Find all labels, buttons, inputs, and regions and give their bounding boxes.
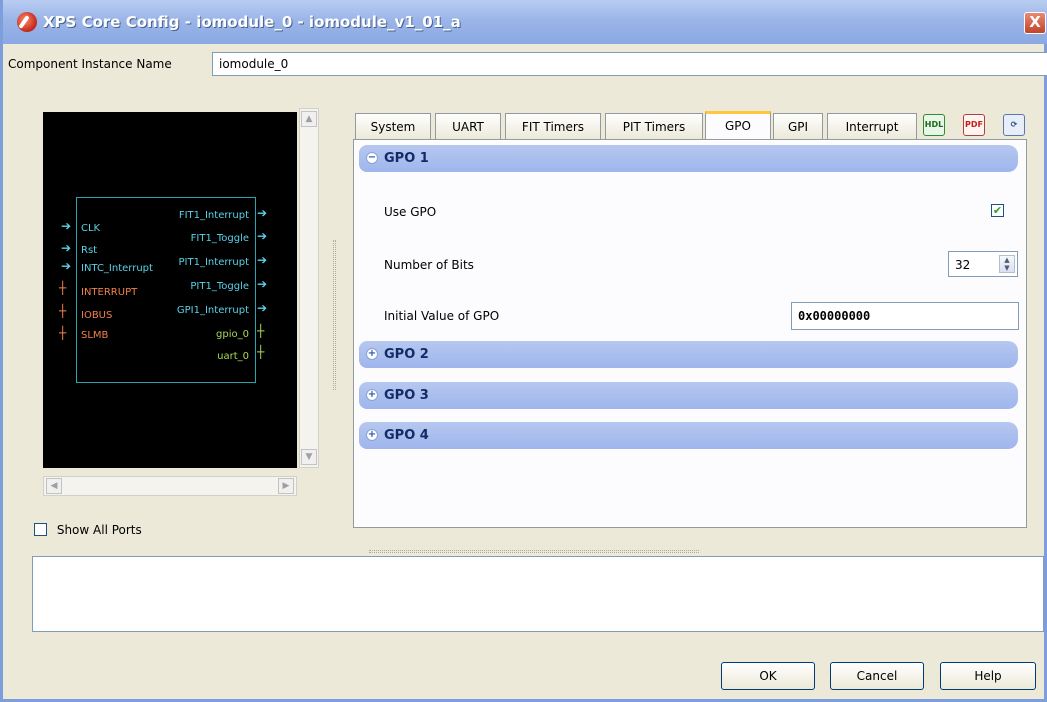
pin-fit1-toggle-arrow-icon: ➔: [257, 229, 268, 243]
section-gpo-1[interactable]: − GPO 1: [359, 145, 1018, 172]
scroll-right-icon[interactable]: ▶: [278, 478, 294, 494]
scroll-up-icon[interactable]: ▲: [301, 111, 317, 127]
show-all-ports-checkbox[interactable]: [34, 523, 47, 536]
pin-fit1-interrupt-arrow-icon: ➔: [257, 206, 268, 220]
section-gpo-4[interactable]: + GPO 4: [359, 422, 1018, 449]
collapse-icon[interactable]: −: [366, 152, 378, 164]
help-button[interactable]: Help: [940, 662, 1036, 690]
pin-clk-arrow-icon: ➔: [61, 219, 72, 233]
tab-pit-timers[interactable]: PIT Timers: [605, 113, 703, 140]
pin-pit1-interrupt-arrow-icon: ➔: [257, 253, 268, 267]
section-gpo-1-label: GPO 1: [384, 151, 429, 166]
number-of-bits-value: 32: [955, 258, 971, 272]
expand-icon[interactable]: +: [366, 348, 378, 360]
pin-interrupt-label: INTERRUPT: [81, 287, 138, 298]
pin-slmb-label: SLMB: [81, 330, 109, 341]
close-button[interactable]: X: [1024, 12, 1046, 34]
ok-button[interactable]: OK: [721, 662, 815, 690]
pin-uart0-bus-icon: ┼: [257, 345, 265, 359]
description-panel[interactable]: [32, 556, 1044, 632]
pin-interrupt-bus-icon: ┼: [59, 281, 67, 295]
vertical-splitter-handle[interactable]: [333, 240, 336, 390]
tab-uart[interactable]: UART: [435, 113, 501, 140]
section-gpo-2-label: GPO 2: [384, 347, 429, 362]
preview-vertical-scrollbar[interactable]: ▲ ▼: [299, 108, 319, 468]
horizontal-splitter-handle[interactable]: [369, 550, 699, 553]
title-bar[interactable]: XPS Core Config - iomodule_0 - iomodule_…: [3, 0, 1047, 44]
section-gpo-4-label: GPO 4: [384, 428, 429, 443]
pin-iobus-bus-icon: ┼: [59, 304, 67, 318]
pin-rst-arrow-icon: ➔: [61, 241, 72, 255]
preview-horizontal-scrollbar[interactable]: ◀ ▶: [43, 476, 297, 496]
use-gpo-checkbox[interactable]: ✔: [991, 204, 1004, 217]
expand-icon[interactable]: +: [366, 429, 378, 441]
pin-pit1-interrupt-label: PIT1_Interrupt: [178, 257, 249, 268]
app-logo-icon: [17, 12, 37, 32]
hdl-icon[interactable]: HDL: [923, 114, 945, 136]
section-gpo-2[interactable]: + GPO 2: [359, 341, 1018, 368]
initial-value-label: Initial Value of GPO: [384, 309, 500, 323]
pin-rst-label: Rst: [81, 245, 98, 256]
spinner-up-down-icon[interactable]: ▲ ▼: [999, 255, 1015, 273]
pin-fit1-interrupt-label: FIT1_Interrupt: [178, 210, 249, 221]
cancel-button[interactable]: Cancel: [830, 662, 924, 690]
pin-gpi1-interrupt-arrow-icon: ➔: [257, 301, 268, 315]
tab-system[interactable]: System: [355, 113, 431, 140]
number-of-bits-spinner[interactable]: 32 ▲ ▼: [948, 251, 1018, 277]
pin-iobus-label: IOBUS: [81, 310, 113, 321]
config-tabs: System UART FIT Timers PIT Timers GPO GP…: [355, 111, 1035, 141]
pin-gpio0-label: gpio_0: [216, 329, 249, 340]
scroll-down-icon[interactable]: ▼: [301, 449, 317, 465]
tab-interrupt[interactable]: Interrupt: [827, 113, 917, 140]
config-dialog: XPS Core Config - iomodule_0 - iomodule_…: [0, 0, 1047, 702]
instance-name-input[interactable]: iomodule_0: [212, 52, 1047, 76]
use-gpo-label: Use GPO: [384, 205, 437, 219]
show-all-ports-label: Show All Ports: [56, 522, 142, 537]
pin-gpio0-bus-icon: ┼: [257, 324, 265, 338]
pin-uart0-label: uart_0: [217, 351, 249, 362]
pin-slmb-bus-icon: ┼: [59, 326, 67, 340]
expand-icon[interactable]: +: [366, 389, 378, 401]
pin-pit1-toggle-label: PIT1_Toggle: [190, 281, 249, 292]
pin-intc-arrow-icon: ➔: [61, 259, 72, 273]
section-gpo-3[interactable]: + GPO 3: [359, 382, 1018, 409]
scroll-left-icon[interactable]: ◀: [46, 478, 62, 494]
tab-gpo[interactable]: GPO: [705, 111, 771, 141]
tab-gpi[interactable]: GPI: [773, 113, 823, 140]
tab-fit-timers[interactable]: FIT Timers: [505, 113, 601, 140]
gpo-tab-content: − GPO 1 Use GPO ✔ Number of Bits 32 ▲ ▼ I…: [353, 139, 1027, 528]
pin-intc-label: INTC_Interrupt: [81, 263, 153, 274]
pin-fit1-toggle-label: FIT1_Toggle: [190, 233, 249, 244]
section-gpo-3-label: GPO 3: [384, 388, 429, 403]
pin-clk-label: CLK: [81, 223, 101, 234]
show-all-ports-row[interactable]: Show All Ports: [34, 522, 142, 540]
window-title: XPS Core Config - iomodule_0 - iomodule_…: [43, 13, 461, 31]
pin-gpi1-interrupt-label: GPI1_Interrupt: [176, 305, 249, 316]
number-of-bits-label: Number of Bits: [384, 258, 474, 272]
initial-value-input[interactable]: 0x00000000: [791, 302, 1019, 330]
help-icon[interactable]: ⟳: [1003, 114, 1025, 136]
pdf-icon[interactable]: PDF: [963, 114, 985, 136]
instance-name-row: Component Instance Name iomodule_0: [3, 52, 1047, 76]
instance-name-label: Component Instance Name: [8, 57, 172, 71]
pin-pit1-toggle-arrow-icon: ➔: [257, 277, 268, 291]
